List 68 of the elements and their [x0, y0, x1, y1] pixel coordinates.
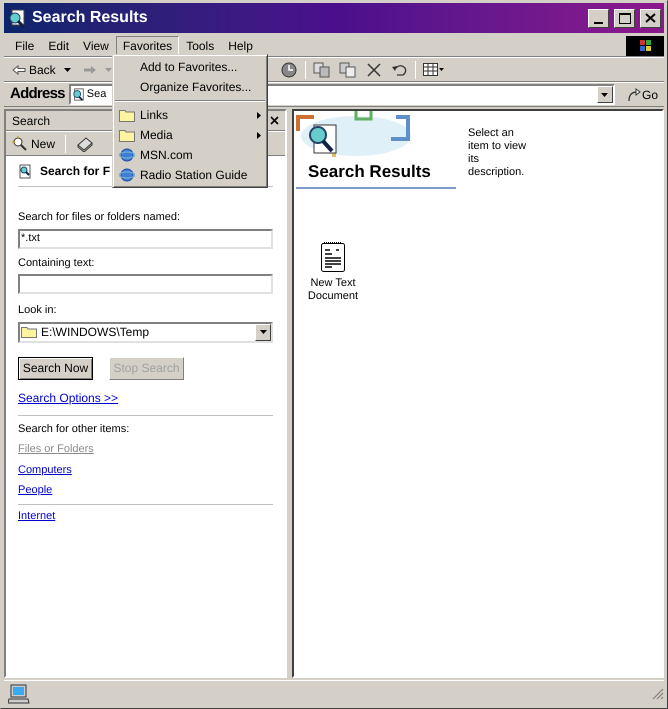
window-title: Search Results	[32, 8, 149, 28]
folder-icon	[21, 326, 37, 338]
book-icon[interactable]	[76, 136, 94, 152]
pane-heading: Search for F	[40, 163, 110, 180]
file-name[interactable]: New Text Document	[304, 276, 362, 302]
search-options-link[interactable]: Search Options >>	[18, 388, 118, 406]
go-arrow-icon	[626, 88, 641, 102]
history-icon[interactable]	[280, 60, 298, 78]
dropdown-arrow-icon[interactable]	[64, 68, 71, 72]
new-search-button[interactable]: New	[12, 134, 56, 152]
dropdown-arrow-icon	[601, 92, 608, 96]
move-to-icon[interactable]	[312, 62, 331, 78]
search-type-link[interactable]: Computers	[18, 462, 72, 478]
go-button[interactable]: Go	[626, 86, 658, 104]
field-label: Look in:	[18, 303, 58, 318]
section-label: Search for other items:	[18, 422, 130, 436]
maximize-icon	[618, 12, 630, 24]
search-icon	[72, 88, 85, 101]
computer-icon	[8, 684, 30, 704]
menu-item[interactable]: Add to Favorites...	[113, 57, 267, 77]
close-icon	[645, 13, 656, 23]
menu-item[interactable]: Tools	[179, 36, 222, 56]
folder-icon	[119, 108, 135, 122]
address-label: Address	[10, 84, 65, 104]
menu-item[interactable]: Radio Station Guide	[113, 165, 267, 185]
dropdown-button[interactable]	[255, 324, 271, 340]
search-type-link[interactable]: People	[18, 482, 52, 498]
back-button[interactable]: Back	[12, 60, 56, 78]
field-label: Search for files or folders named:	[18, 210, 182, 225]
minimize-button[interactable]	[588, 8, 609, 28]
description-text: Select an item to view its description.	[468, 127, 528, 180]
windows-logo-icon	[626, 36, 664, 56]
views-icon[interactable]	[422, 62, 445, 76]
text-document-icon[interactable]	[320, 240, 346, 272]
text-field[interactable]	[18, 274, 273, 294]
results-heading: Search Results	[296, 159, 456, 188]
resize-grip-icon[interactable]	[652, 688, 664, 700]
delete-icon[interactable]	[366, 62, 381, 76]
close-icon[interactable]	[270, 116, 279, 125]
submenu-arrow-icon	[257, 112, 261, 118]
search-icon	[7, 8, 27, 28]
menu-item[interactable]: Links	[113, 105, 267, 125]
menu-item[interactable]: MSN.com	[113, 145, 267, 165]
internet-link[interactable]: Internet	[18, 508, 56, 524]
copy-to-icon[interactable]	[338, 62, 357, 78]
field-label: Containing text:	[18, 256, 96, 270]
close-button[interactable]	[640, 8, 661, 28]
menu-item[interactable]: File	[8, 36, 42, 56]
maximize-button[interactable]	[614, 8, 635, 28]
menu-item[interactable]: Media	[113, 125, 267, 145]
name-field[interactable]: *.txt	[18, 228, 273, 248]
look-in-dropdown[interactable]: E:\WINDOWS\Temp	[18, 322, 273, 342]
search-icon	[18, 164, 32, 178]
minimize-icon	[594, 22, 603, 24]
menu-item[interactable]: Edit	[41, 36, 76, 56]
globe-icon	[119, 167, 135, 183]
magnifier-icon	[12, 136, 28, 152]
back-arrow-icon	[12, 64, 26, 74]
dropdown-arrow-icon	[260, 330, 266, 334]
menu-item[interactable]: View	[76, 36, 116, 56]
push-button[interactable]: Search Now	[18, 356, 93, 380]
pane-title: Search	[12, 112, 50, 130]
submenu-arrow-icon	[257, 132, 261, 138]
menu-item[interactable]: Help	[221, 36, 260, 56]
folder-icon	[119, 128, 135, 142]
globe-icon	[119, 147, 135, 163]
undo-icon[interactable]	[390, 62, 408, 76]
dropdown-button[interactable]	[596, 86, 613, 103]
